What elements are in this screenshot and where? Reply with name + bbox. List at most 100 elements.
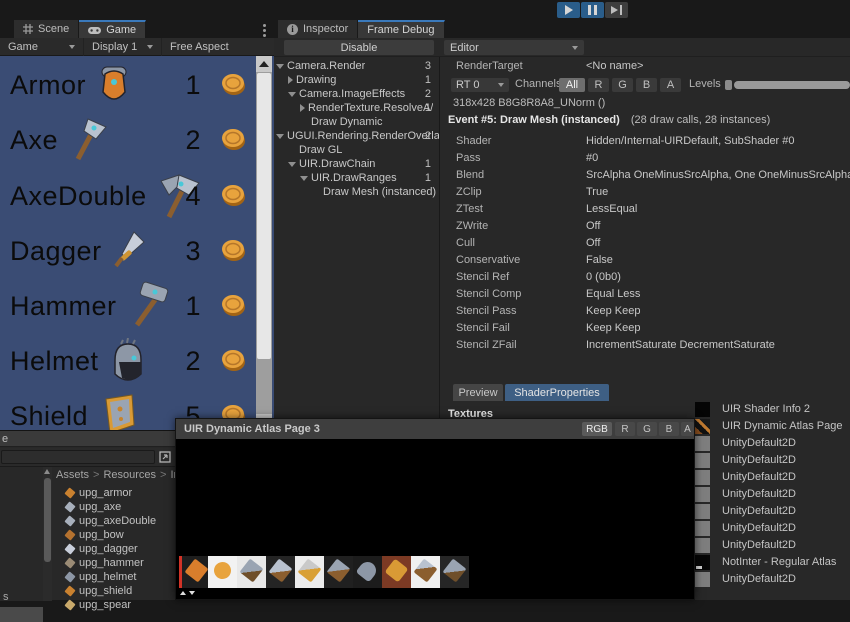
kebab-menu-icon[interactable] bbox=[263, 24, 266, 39]
asset-row[interactable]: upg_spear bbox=[66, 598, 131, 612]
texture-list-item[interactable]: UnityDefault2D bbox=[695, 520, 796, 536]
folder-tree-column: s bbox=[0, 467, 43, 601]
tree-item[interactable]: UIR.DrawChain 1 bbox=[274, 157, 439, 171]
texture-list-item[interactable]: UnityDefault2D bbox=[695, 571, 796, 587]
scrollbar-thumb[interactable] bbox=[44, 478, 51, 562]
play-button[interactable] bbox=[557, 2, 580, 18]
tree-item[interactable]: UIR.DrawRanges 1 bbox=[274, 171, 439, 185]
levels-slider-handle[interactable] bbox=[725, 80, 732, 90]
asset-row[interactable]: upg_shield bbox=[66, 584, 132, 598]
foldout-collapsed-icon[interactable] bbox=[288, 76, 293, 84]
tab-label: Preview bbox=[458, 387, 497, 399]
open-search-window-icon[interactable] bbox=[159, 451, 171, 463]
atlas-sprite bbox=[266, 556, 295, 588]
game-scrollbar[interactable] bbox=[256, 56, 272, 430]
foldout-expanded-icon[interactable] bbox=[288, 92, 296, 97]
list-item[interactable]: Shield 5 bbox=[10, 389, 140, 430]
asset-row[interactable]: upg_axeDouble bbox=[66, 514, 156, 528]
levels-slider-track[interactable] bbox=[734, 81, 850, 89]
property-value: Off bbox=[586, 237, 600, 249]
atlas-sprite bbox=[440, 556, 469, 588]
texture-list-item[interactable]: UnityDefault2D bbox=[695, 452, 796, 468]
channel-g-button[interactable]: G bbox=[612, 78, 633, 92]
button-label: RGB bbox=[586, 424, 608, 435]
property-label: ZTest bbox=[456, 203, 483, 215]
tree-item[interactable]: Drawing 1 bbox=[274, 73, 439, 87]
arrow-up-icon[interactable] bbox=[44, 469, 50, 474]
texture-thumbnail bbox=[695, 470, 710, 485]
atlas-channel-rgb-button[interactable]: RGB bbox=[582, 422, 612, 436]
asset-row[interactable]: upg_axe bbox=[66, 500, 121, 514]
foldout-expanded-icon[interactable] bbox=[276, 134, 284, 139]
foldout-collapsed-icon[interactable] bbox=[300, 104, 305, 112]
breadcrumb-item[interactable]: Assets bbox=[56, 469, 89, 481]
tree-item[interactable]: Draw Dynamic bbox=[274, 115, 439, 129]
list-item[interactable]: Helmet 2 bbox=[10, 334, 149, 388]
atlas-channel-g-button[interactable]: G bbox=[637, 422, 657, 436]
texture-thumbnail bbox=[695, 453, 710, 468]
foldout-expanded-icon[interactable] bbox=[288, 162, 296, 167]
tree-item[interactable]: Camera.Render 3 bbox=[274, 59, 439, 73]
target-dropdown[interactable]: Editor bbox=[444, 40, 584, 55]
folder-tree-scrollbar[interactable] bbox=[43, 467, 52, 601]
tree-item[interactable]: RenderTexture.ResolveA/ 1 bbox=[274, 101, 439, 115]
selected-folder-row[interactable] bbox=[0, 607, 43, 622]
asset-name: upg_bow bbox=[79, 529, 124, 541]
asset-row[interactable]: upg_bow bbox=[66, 528, 124, 542]
tab-shader-properties[interactable]: ShaderProperties bbox=[505, 384, 609, 401]
search-input[interactable] bbox=[1, 450, 155, 464]
foldout-expanded-icon[interactable] bbox=[276, 64, 284, 69]
tab-scene[interactable]: Scene bbox=[14, 20, 79, 38]
texture-list-item[interactable]: UnityDefault2D bbox=[695, 435, 796, 451]
texture-list-item[interactable]: UnityDefault2D bbox=[695, 486, 796, 502]
asset-row[interactable]: upg_helmet bbox=[66, 570, 137, 584]
tab-label: Frame Debug bbox=[367, 24, 434, 36]
tab-game[interactable]: Game bbox=[79, 20, 146, 38]
list-item[interactable]: Dagger 3 bbox=[10, 224, 150, 278]
channel-b-button[interactable]: B bbox=[636, 78, 657, 92]
list-item[interactable]: Armor 1 bbox=[10, 58, 134, 112]
arrow-up-icon[interactable] bbox=[256, 56, 272, 72]
tab-inspector[interactable]: i Inspector bbox=[278, 20, 358, 38]
texture-list-item[interactable]: NotInter - Regular Atlas bbox=[695, 554, 836, 570]
texture-list-item[interactable]: UIR Dynamic Atlas Page bbox=[695, 418, 842, 434]
tree-item[interactable]: Camera.ImageEffects 2 bbox=[274, 87, 439, 101]
asset-row[interactable]: upg_hammer bbox=[66, 556, 144, 570]
breadcrumb-item[interactable]: Resources bbox=[103, 469, 156, 481]
list-item[interactable]: AxeDouble 4 bbox=[10, 169, 203, 223]
channel-a-button[interactable]: A bbox=[660, 78, 681, 92]
asset-row[interactable]: upg_dagger bbox=[66, 542, 138, 556]
list-item[interactable]: Axe 2 bbox=[10, 113, 110, 167]
atlas-channel-r-button[interactable]: R bbox=[615, 422, 635, 436]
dagger-icon bbox=[110, 228, 150, 274]
atlas-zoom-arrows[interactable] bbox=[180, 591, 195, 595]
asset-name: upg_axeDouble bbox=[79, 515, 156, 527]
disable-button[interactable]: Disable bbox=[284, 40, 434, 55]
atlas-channel-a-button[interactable]: A bbox=[681, 422, 694, 436]
channel-all-button[interactable]: All bbox=[559, 78, 585, 92]
scrollbar-thumb[interactable] bbox=[257, 73, 271, 359]
foldout-expanded-icon[interactable] bbox=[300, 176, 308, 181]
texture-list-item[interactable]: UnityDefault2D bbox=[695, 503, 796, 519]
asset-row[interactable]: upg_armor bbox=[66, 486, 132, 500]
texture-list-item[interactable]: UnityDefault2D bbox=[695, 469, 796, 485]
camera-dropdown[interactable]: Game bbox=[0, 38, 84, 56]
pause-button[interactable] bbox=[581, 2, 604, 18]
channel-r-button[interactable]: R bbox=[588, 78, 609, 92]
texture-list-item[interactable]: UIR Shader Info 2 bbox=[695, 401, 810, 417]
button-label: G bbox=[618, 79, 627, 91]
atlas-channel-b-button[interactable]: B bbox=[659, 422, 679, 436]
tab-frame-debug[interactable]: Frame Debug bbox=[358, 20, 444, 38]
texture-thumbnail bbox=[695, 521, 710, 536]
rt-dropdown[interactable]: RT 0 bbox=[451, 78, 509, 92]
tab-preview[interactable]: Preview bbox=[453, 384, 503, 401]
atlas-window-title: UIR Dynamic Atlas Page 3 bbox=[184, 423, 320, 435]
texture-list-item[interactable]: UnityDefault2D bbox=[695, 537, 796, 553]
tree-item[interactable]: UGUI.Rendering.RenderOverla 2 bbox=[274, 129, 439, 143]
aspect-dropdown[interactable]: Free Aspect bbox=[162, 38, 237, 56]
list-item[interactable]: Hammer 1 bbox=[10, 279, 173, 333]
tree-item[interactable]: Draw GL bbox=[274, 143, 439, 157]
tree-item[interactable]: Draw Mesh (instanced) bbox=[274, 185, 439, 199]
display-dropdown[interactable]: Display 1 bbox=[84, 38, 162, 56]
step-button[interactable] bbox=[605, 2, 628, 18]
